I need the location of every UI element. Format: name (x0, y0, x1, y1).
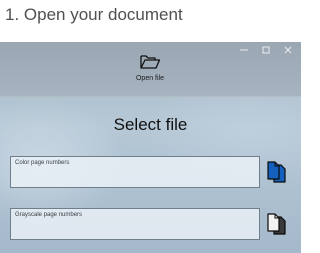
close-icon (284, 46, 292, 54)
color-page-numbers-field[interactable]: Color page numbers (10, 156, 260, 188)
grayscale-pages-icon (267, 213, 286, 235)
window-controls (233, 43, 299, 57)
maximize-icon (262, 46, 270, 54)
select-file-heading: Select file (113, 115, 188, 134)
grayscale-pages-button[interactable] (262, 208, 290, 240)
maximize-button[interactable] (255, 43, 277, 57)
step-title: 1. Open your document (5, 5, 183, 24)
open-file-label: Open file (135, 75, 165, 82)
title-bar: Open file (0, 42, 301, 97)
app-window: Open file Select file Color page numbers… (0, 42, 301, 253)
grayscale-page-numbers-label: Grayscale page numbers (15, 212, 83, 218)
color-page-numbers-label: Color page numbers (15, 160, 70, 166)
folder-open-icon (140, 55, 161, 69)
color-pages-icon (267, 161, 286, 183)
open-file-button[interactable]: Open file (128, 53, 172, 85)
minimize-button[interactable] (233, 43, 255, 57)
minimize-icon (240, 49, 248, 51)
grayscale-page-numbers-field[interactable]: Grayscale page numbers (10, 208, 260, 240)
color-pages-button[interactable] (262, 156, 290, 188)
close-button[interactable] (277, 43, 299, 57)
